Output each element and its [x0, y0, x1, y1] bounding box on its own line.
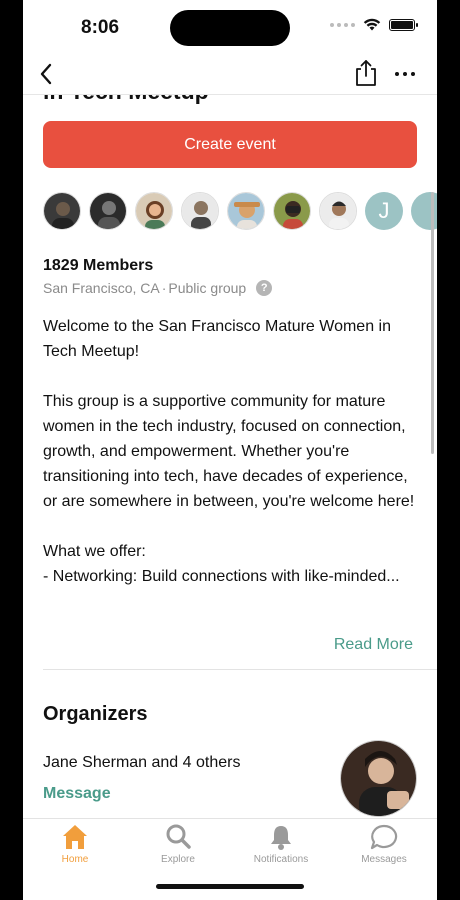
search-icon: [166, 824, 191, 849]
separator: ·: [161, 280, 167, 296]
member-avatar[interactable]: [89, 192, 127, 230]
group-location: San Francisco, CA · Public group ?: [43, 280, 273, 296]
location-text: San Francisco, CA: [43, 280, 160, 296]
back-icon: [40, 63, 52, 85]
scrollbar[interactable]: [431, 192, 434, 454]
privacy-text: Public group: [168, 280, 247, 296]
tab-home[interactable]: Home: [35, 823, 115, 867]
member-avatar[interactable]: [227, 192, 265, 230]
tab-notifications[interactable]: Notifications: [241, 823, 321, 867]
group-description: Welcome to the San Francisco Mature Wome…: [43, 314, 421, 589]
tab-explore[interactable]: Explore: [138, 823, 218, 867]
tab-explore-label: Explore: [161, 854, 195, 865]
tab-notifications-label: Notifications: [253, 854, 309, 865]
organizer-avatar[interactable]: [340, 740, 417, 817]
create-event-button[interactable]: Create event: [43, 121, 417, 168]
more-icon: [395, 72, 399, 76]
chat-bubble-icon: [370, 824, 398, 850]
status-bar: 8:06: [23, 0, 437, 56]
tab-messages-label: Messages: [361, 854, 407, 865]
organizers-heading: Organizers: [43, 703, 148, 725]
home-indicator: [156, 884, 304, 889]
divider: [43, 669, 437, 670]
read-more-link[interactable]: Read More: [334, 636, 413, 654]
message-organizers-link[interactable]: Message: [43, 785, 111, 803]
member-avatar[interactable]: [135, 192, 173, 230]
tab-home-label: Home: [61, 854, 89, 865]
home-icon: [63, 825, 87, 849]
more-button[interactable]: [393, 66, 417, 82]
share-icon: [356, 60, 376, 86]
organizer-names: Jane Sherman and 4 others: [43, 754, 241, 771]
signal-icon: [330, 22, 355, 27]
member-avatar[interactable]: [43, 192, 81, 230]
member-avatars[interactable]: J: [43, 192, 437, 232]
member-avatar[interactable]: [273, 192, 311, 230]
member-avatar-initial[interactable]: J: [365, 192, 403, 230]
share-button[interactable]: [353, 58, 379, 88]
member-avatar[interactable]: [319, 192, 357, 230]
nav-bar: [23, 56, 437, 95]
bell-icon: [271, 826, 291, 850]
help-icon[interactable]: ?: [256, 280, 273, 296]
back-button[interactable]: [39, 60, 63, 88]
wifi-icon: [363, 18, 381, 31]
battery-icon: [389, 18, 418, 31]
tab-messages[interactable]: Messages: [344, 823, 424, 867]
member-avatar[interactable]: [181, 192, 219, 230]
screen: 8:06 in Tech Meetup: [23, 0, 437, 900]
status-icons: [330, 18, 418, 31]
member-count: 1829 Members: [43, 257, 154, 274]
status-time: 8:06: [81, 17, 120, 38]
dynamic-island: [170, 10, 290, 46]
description-text: Welcome to the San Francisco Mature Wome…: [43, 318, 415, 585]
